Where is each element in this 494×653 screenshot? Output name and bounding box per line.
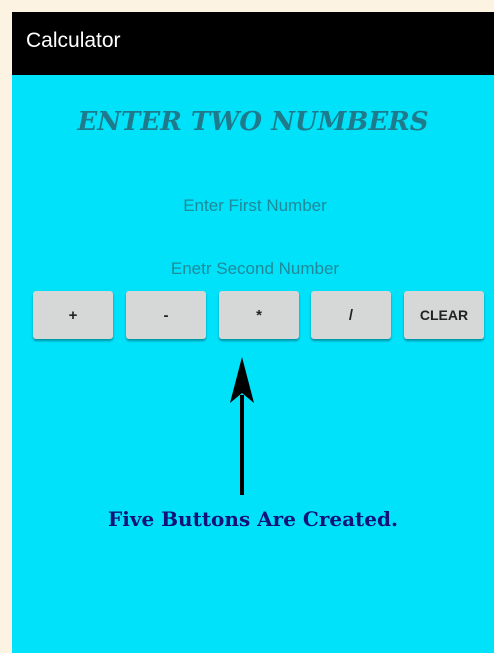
second-number-input[interactable] (12, 253, 494, 285)
app-bar: Calculator (12, 12, 494, 75)
add-button[interactable]: + (33, 291, 113, 339)
divide-button[interactable]: / (311, 291, 391, 339)
multiply-button[interactable]: * (219, 291, 299, 339)
subtract-button[interactable]: - (126, 291, 206, 339)
clear-button[interactable]: CLEAR (404, 291, 484, 339)
operator-button-row: + - * / CLEAR (12, 291, 494, 353)
up-arrow-icon (230, 357, 254, 495)
app-title: Calculator (26, 29, 121, 52)
page-heading: ENTER TWO NUMBERS (77, 107, 429, 137)
app-screen: Calculator ENTER TWO NUMBERS + - * / CLE… (12, 12, 494, 653)
annotation-caption: Five Buttons Are Created. (108, 507, 398, 531)
first-number-input[interactable] (12, 190, 494, 222)
